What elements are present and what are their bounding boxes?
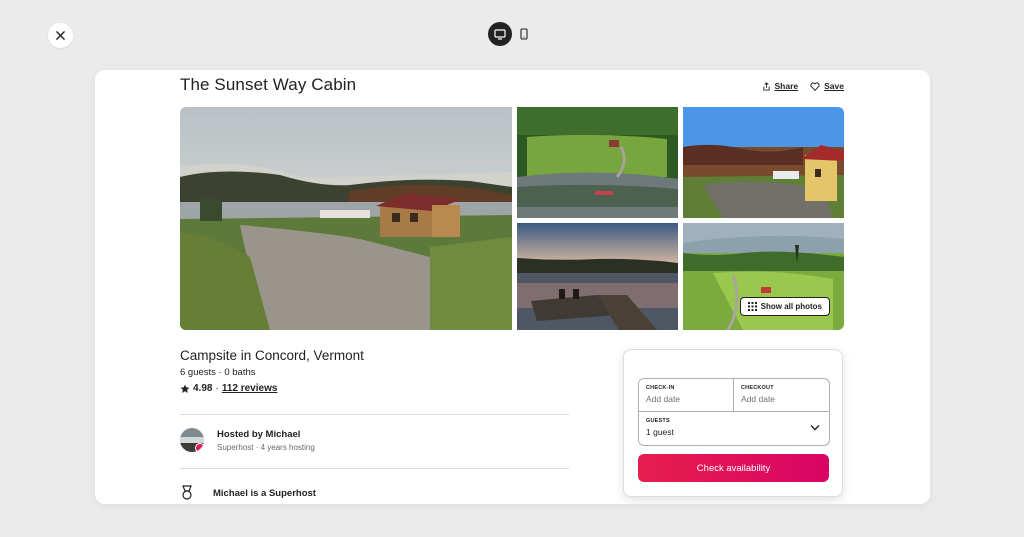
grid-icon [747, 302, 757, 311]
share-label: Share [774, 81, 799, 91]
mobile-icon [520, 28, 528, 40]
sunset-dock-photo [517, 223, 678, 330]
show-all-photos-label: Show all photos [760, 302, 822, 311]
listing-preview-card: The Sunset Way Cabin Share Save Show all… [95, 70, 930, 504]
heart-icon [810, 81, 820, 91]
listing-title: The Sunset Way Cabin [180, 75, 357, 94]
check-availability-button[interactable]: Check availability [638, 454, 829, 482]
reviews-link[interactable]: 112 reviews [222, 383, 278, 394]
close-button[interactable] [48, 23, 73, 48]
date-guests-picker: CHECK-IN Add date CHECKOUT Add date GUES… [638, 378, 830, 446]
host-info: Hosted by Michael Superhost · 4 years ho… [217, 429, 315, 452]
gallery-photo-5[interactable]: Show all photos [683, 223, 844, 330]
show-all-photos-button[interactable]: Show all photos [739, 297, 830, 316]
guests-select[interactable]: GUESTS 1 guest [639, 411, 829, 445]
guests-value: 1 guest [646, 427, 674, 437]
checkout-value: Add date [741, 394, 776, 404]
star-icon [180, 384, 190, 393]
host-row: Hosted by Michael Superhost · 4 years ho… [180, 428, 315, 452]
superhost-title: Michael is a Superhost [213, 487, 316, 499]
lake-aerial-photo [517, 107, 678, 218]
share-icon [762, 81, 770, 91]
save-button[interactable]: Save [810, 81, 844, 91]
checkin-label: CHECK-IN [646, 385, 675, 391]
listing-actions: Share Save [762, 81, 844, 91]
superhost-badge-icon [195, 443, 204, 452]
main-photo[interactable] [180, 107, 512, 330]
gallery-photo-4[interactable] [517, 223, 678, 330]
host-name: Hosted by Michael [217, 428, 301, 440]
photo-gallery: Show all photos [180, 107, 844, 330]
device-toggle [488, 22, 536, 46]
cabin-driveway-photo [683, 107, 844, 218]
medal-icon [182, 485, 192, 500]
superhost-row: Michael is a Superhost [180, 485, 316, 501]
cabin-photo [180, 107, 512, 330]
mobile-view-button[interactable] [512, 22, 536, 46]
listing-subtitle: Campsite in Concord, Vermont [180, 348, 364, 363]
checkin-field[interactable]: CHECK-IN Add date [639, 379, 734, 411]
divider [180, 414, 569, 415]
desktop-icon [494, 28, 506, 40]
gallery-photo-3[interactable] [683, 107, 844, 218]
chevron-down-icon [810, 425, 820, 431]
host-meta: Superhost · 4 years hosting [217, 442, 315, 452]
host-avatar[interactable] [180, 428, 204, 452]
desktop-view-button[interactable] [488, 22, 512, 46]
listing-details: 6 guests · 0 baths [180, 367, 256, 378]
rating-score: 4.98 [193, 383, 213, 394]
rating-row: 4.98 · 112 reviews [180, 383, 277, 394]
gallery-photo-2[interactable] [517, 107, 678, 218]
close-icon [56, 31, 65, 40]
divider [180, 468, 569, 469]
share-button[interactable]: Share [762, 81, 799, 91]
checkin-value: Add date [646, 394, 681, 404]
booking-widget: CHECK-IN Add date CHECKOUT Add date GUES… [623, 349, 843, 497]
guests-label: GUESTS [646, 418, 670, 424]
rating-separator: · [215, 383, 219, 394]
save-label: Save [824, 81, 844, 91]
checkout-field[interactable]: CHECKOUT Add date [734, 379, 829, 411]
checkout-label: CHECKOUT [741, 385, 774, 391]
